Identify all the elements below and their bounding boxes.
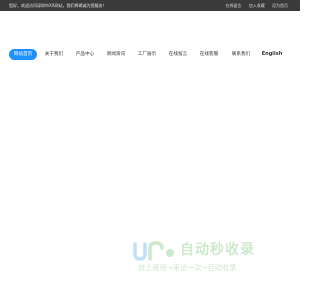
welcome-text: 您好，欢迎访问深圳市XX网站，我们将竭诚为您服务！ <box>9 3 107 8</box>
nav-item-message[interactable]: 在线留言 <box>164 49 192 60</box>
nav-item-english[interactable]: English <box>259 49 285 60</box>
nav-item-products[interactable]: 产品中心 <box>71 49 99 60</box>
main-nav: 网站首页 关于我们 产品中心 新闻资讯 工厂展示 在线留言 在线客服 联系我们 … <box>9 49 291 60</box>
top-bar: 您好，欢迎访问深圳市XX网站，我们将竭诚为您服务！ 在线留言 加入收藏 设为首页 <box>0 0 300 11</box>
watermark: 自动秒收录 放上链接→来访一次→自动收录 <box>128 238 278 278</box>
nav-item-contact[interactable]: 联系我们 <box>226 49 256 60</box>
watermark-subtitle: 放上链接→来访一次→自动收录 <box>138 263 237 272</box>
nav-item-news[interactable]: 新闻资讯 <box>102 49 130 60</box>
top-link-homepage[interactable]: 设为首页 <box>272 3 288 8</box>
top-link-favorite[interactable]: 加入收藏 <box>249 3 265 8</box>
watermark-logo-icon <box>133 241 174 261</box>
page: 您好，欢迎访问深圳市XX网站，我们将竭诚为您服务！ 在线留言 加入收藏 设为首页… <box>0 0 300 300</box>
nav-item-about[interactable]: 关于我们 <box>40 49 68 60</box>
top-links: 在线留言 加入收藏 设为首页 <box>219 2 288 9</box>
nav-item-factory[interactable]: 工厂展示 <box>133 49 161 60</box>
watermark-title: 自动秒收录 <box>180 242 255 258</box>
top-link-message[interactable]: 在线留言 <box>225 3 241 8</box>
nav-item-home[interactable]: 网站首页 <box>9 49 37 60</box>
nav-item-service[interactable]: 在线客服 <box>195 49 223 60</box>
